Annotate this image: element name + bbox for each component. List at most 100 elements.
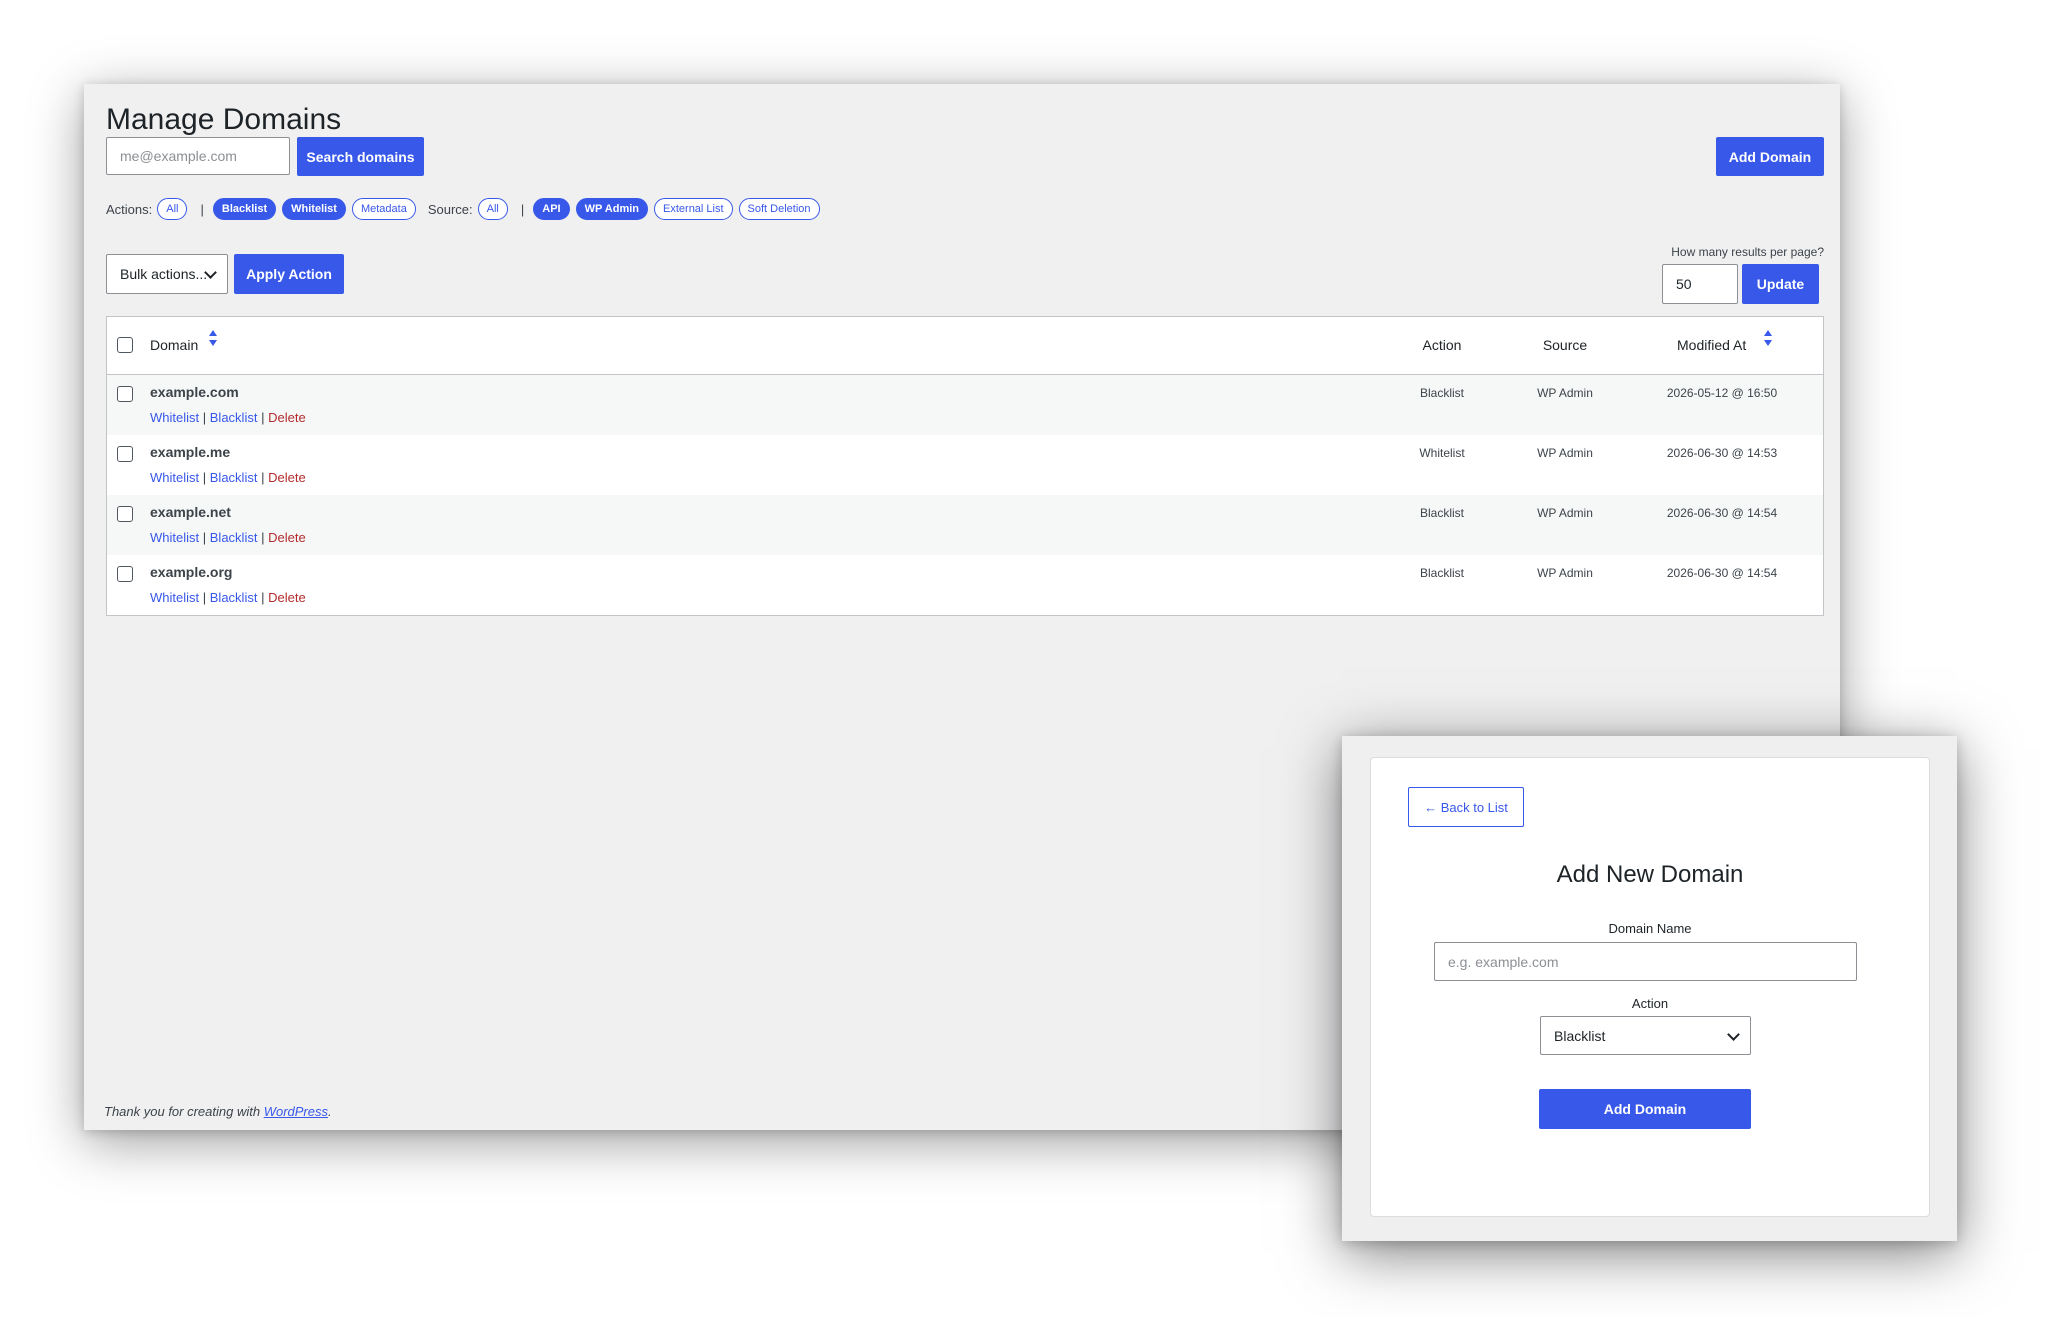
select-all-checkbox[interactable]: [117, 337, 133, 353]
table-header: Domain Action Source Modified At: [107, 317, 1823, 375]
row-actions: Whitelist | Blacklist | Delete: [150, 530, 306, 545]
domains-table: Domain Action Source Modified At example…: [106, 316, 1824, 616]
delete-link[interactable]: Delete: [268, 410, 306, 425]
separator: |: [261, 530, 265, 545]
actions-filter-label: Actions:: [106, 201, 153, 217]
separator: |: [261, 410, 265, 425]
results-per-page-label: How many results per page?: [1671, 245, 1824, 259]
filter-source-external-list[interactable]: External List: [654, 198, 733, 220]
sort-down-icon: [1764, 340, 1772, 346]
update-button[interactable]: Update: [1742, 264, 1819, 304]
blacklist-link[interactable]: Blacklist: [210, 530, 258, 545]
filter-bar: Actions: All | Blacklist Whitelist Metad…: [106, 197, 826, 221]
filter-source-all[interactable]: All: [477, 198, 508, 220]
whitelist-link[interactable]: Whitelist: [150, 410, 199, 425]
add-domain-card: ← Back to List Add New Domain Domain Nam…: [1370, 757, 1930, 1217]
row-actions: Whitelist | Blacklist | Delete: [150, 410, 306, 425]
filter-source-soft-deletion[interactable]: Soft Deletion: [738, 198, 820, 220]
row-source: WP Admin: [1537, 386, 1593, 400]
filter-source-api[interactable]: API: [533, 198, 570, 220]
filter-separator: |: [200, 201, 204, 217]
add-domain-title: Add New Domain: [1556, 861, 1744, 888]
domain-name-label: Domain Name: [1608, 921, 1692, 936]
add-domain-button[interactable]: Add Domain: [1716, 137, 1824, 176]
back-to-list-button[interactable]: ← Back to List: [1408, 787, 1524, 827]
sort-up-icon: [1764, 330, 1772, 336]
row-checkbox[interactable]: [117, 506, 133, 522]
page-title: Manage Domains: [106, 103, 342, 136]
filter-action-whitelist[interactable]: Whitelist: [282, 198, 346, 220]
wordpress-link[interactable]: WordPress: [264, 1104, 328, 1119]
row-source: WP Admin: [1537, 446, 1593, 460]
separator: |: [202, 590, 207, 605]
source-filter-label: Source:: [427, 201, 473, 217]
column-header-modified-at[interactable]: Modified At: [1677, 337, 1746, 353]
action-select-value: Blacklist: [1554, 1027, 1606, 1044]
blacklist-link[interactable]: Blacklist: [210, 590, 258, 605]
row-modified-at: 2026-06-30 @ 14:54: [1666, 566, 1778, 580]
row-modified-at: 2026-06-30 @ 14:53: [1666, 446, 1778, 460]
row-source: WP Admin: [1537, 566, 1593, 580]
add-domain-submit-button[interactable]: Add Domain: [1539, 1089, 1751, 1129]
blacklist-link[interactable]: Blacklist: [210, 410, 258, 425]
bulk-actions-value: Bulk actions...: [120, 266, 208, 282]
column-header-source: Source: [1542, 337, 1588, 353]
admin-footer: Thank you for creating with WordPress.: [104, 1104, 332, 1119]
results-per-page-input[interactable]: [1662, 264, 1738, 304]
footer-text: Thank you for creating with: [104, 1104, 264, 1119]
sort-modified-icon[interactable]: [1764, 330, 1772, 346]
whitelist-link[interactable]: Whitelist: [150, 590, 199, 605]
row-modified-at: 2026-06-30 @ 14:54: [1666, 506, 1778, 520]
row-source: WP Admin: [1537, 506, 1593, 520]
separator: |: [202, 530, 207, 545]
table-row: example.net Whitelist | Blacklist | Dele…: [107, 495, 1823, 555]
table-row: example.me Whitelist | Blacklist | Delet…: [107, 435, 1823, 495]
domain-name[interactable]: example.com: [150, 384, 239, 400]
apply-action-button[interactable]: Apply Action: [234, 254, 344, 294]
search-domains-button[interactable]: Search domains: [297, 137, 424, 176]
bulk-actions-select[interactable]: Bulk actions...: [106, 254, 228, 294]
separator: |: [261, 590, 265, 605]
whitelist-link[interactable]: Whitelist: [150, 470, 199, 485]
domain-name[interactable]: example.me: [150, 444, 230, 460]
column-header-domain[interactable]: Domain: [150, 337, 198, 353]
blacklist-link[interactable]: Blacklist: [210, 470, 258, 485]
filter-action-all[interactable]: All: [157, 198, 188, 220]
row-checkbox[interactable]: [117, 566, 133, 582]
row-action: Blacklist: [1419, 506, 1464, 520]
row-action: Blacklist: [1419, 566, 1464, 580]
sort-down-icon: [209, 340, 217, 346]
action-select[interactable]: Blacklist: [1540, 1016, 1751, 1055]
chevron-down-icon: [1727, 1028, 1740, 1041]
add-domain-window: ← Back to List Add New Domain Domain Nam…: [1342, 736, 1957, 1241]
row-modified-at: 2026-05-12 @ 16:50: [1666, 386, 1778, 400]
filter-action-blacklist[interactable]: Blacklist: [212, 198, 277, 220]
row-action: Whitelist: [1419, 446, 1465, 460]
filter-separator: |: [520, 201, 525, 217]
domain-name[interactable]: example.net: [150, 504, 231, 520]
column-header-action: Action: [1422, 337, 1462, 353]
footer-period: .: [328, 1104, 332, 1119]
separator: |: [261, 470, 265, 485]
row-checkbox[interactable]: [117, 386, 133, 402]
separator: |: [202, 410, 207, 425]
delete-link[interactable]: Delete: [268, 530, 306, 545]
table-row: example.com Whitelist | Blacklist | Dele…: [107, 375, 1823, 435]
table-row: example.org Whitelist | Blacklist | Dele…: [107, 555, 1823, 615]
action-label: Action: [1631, 996, 1669, 1011]
delete-link[interactable]: Delete: [268, 590, 306, 605]
row-action: Blacklist: [1419, 386, 1464, 400]
domain-name-input[interactable]: [1434, 942, 1857, 981]
delete-link[interactable]: Delete: [268, 470, 306, 485]
filter-source-wp-admin[interactable]: WP Admin: [575, 198, 649, 220]
sort-up-icon: [209, 330, 217, 336]
domain-name[interactable]: example.org: [150, 564, 232, 580]
sort-domain-icon[interactable]: [209, 330, 217, 346]
row-actions: Whitelist | Blacklist | Delete: [150, 590, 306, 605]
separator: |: [202, 470, 207, 485]
row-checkbox[interactable]: [117, 446, 133, 462]
filter-action-metadata[interactable]: Metadata: [351, 198, 416, 220]
row-actions: Whitelist | Blacklist | Delete: [150, 470, 306, 485]
search-input[interactable]: [106, 137, 290, 175]
whitelist-link[interactable]: Whitelist: [150, 530, 199, 545]
